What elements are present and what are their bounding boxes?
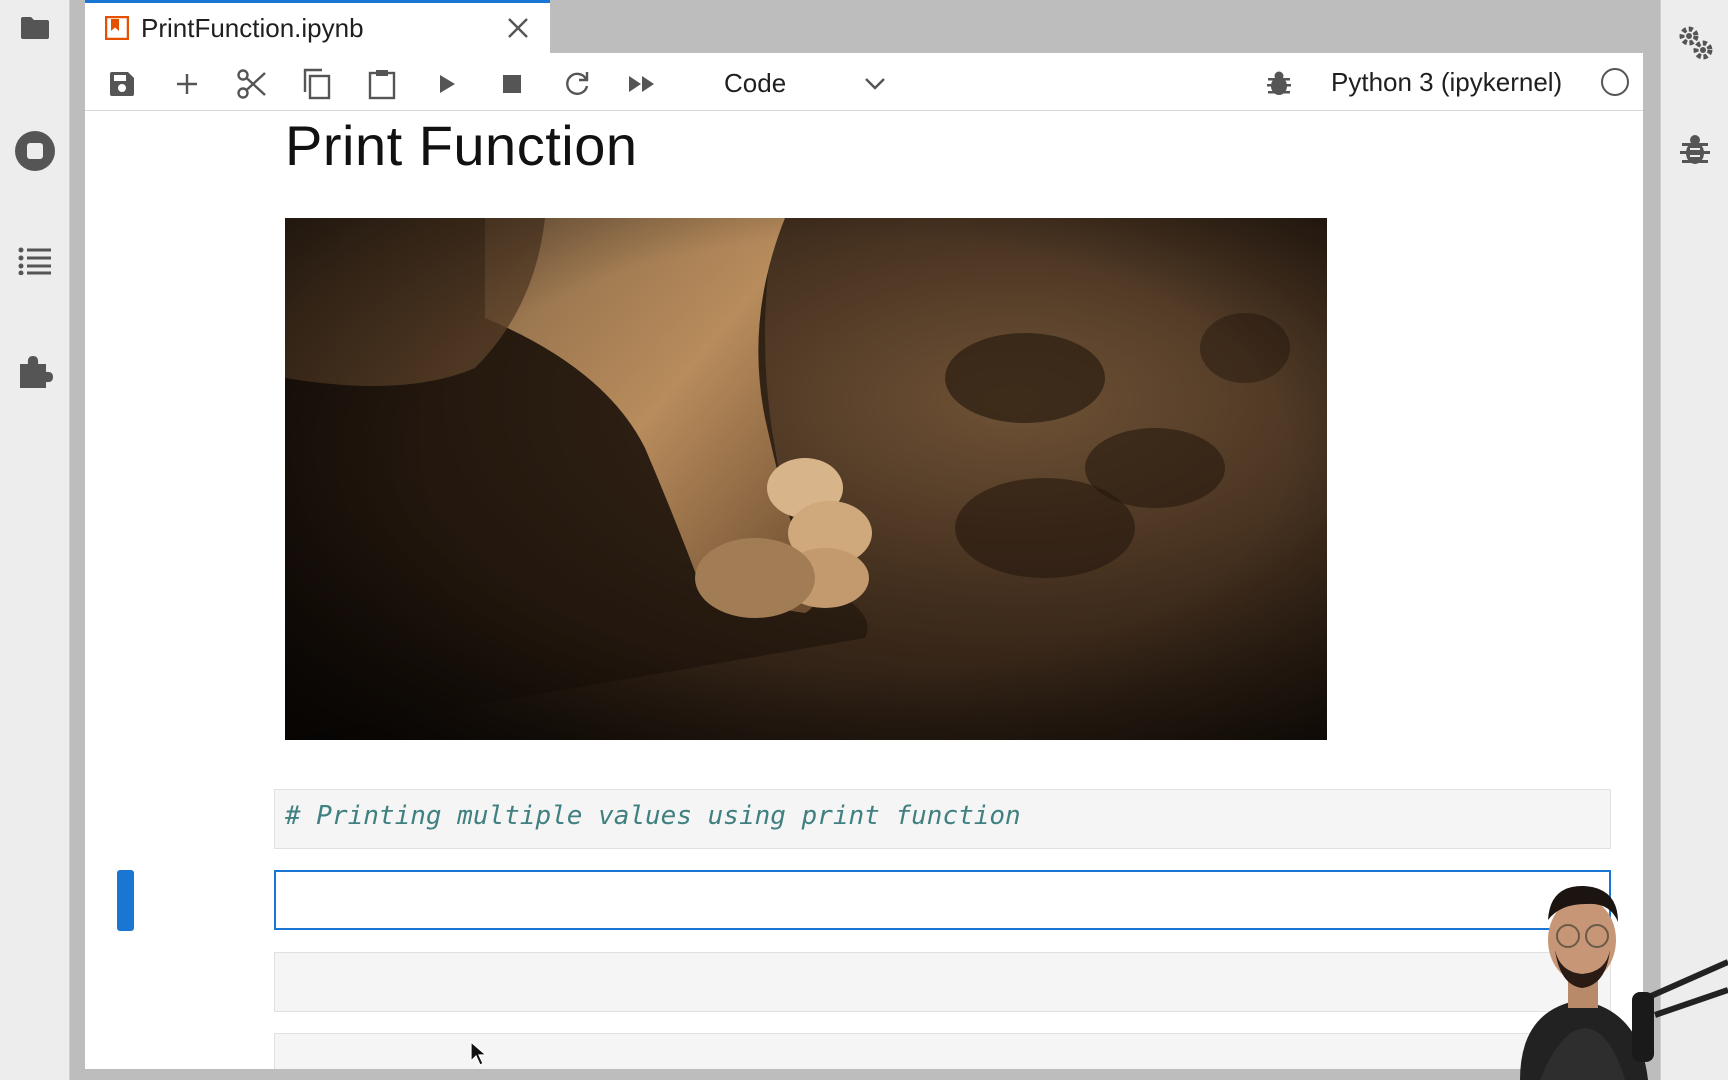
cut-icon[interactable] <box>232 64 272 104</box>
webcam-overlay <box>1410 880 1728 1080</box>
code-cell-source: # Printing multiple values using print f… <box>285 801 1021 831</box>
left-activity-bar <box>0 0 70 1080</box>
notebook-tab[interactable]: PrintFunction.ipynb <box>85 0 550 53</box>
toc-icon[interactable] <box>13 239 57 283</box>
run-all-icon[interactable] <box>622 64 662 104</box>
tab-title: PrintFunction.ipynb <box>141 12 364 43</box>
copy-icon[interactable] <box>297 64 337 104</box>
notebook-file-icon <box>104 15 130 41</box>
stop-icon[interactable] <box>492 64 532 104</box>
cell-type-select[interactable]: Code <box>703 62 963 104</box>
restart-icon[interactable] <box>557 64 597 104</box>
property-inspector-icon[interactable] <box>1673 20 1717 64</box>
markdown-heading: Print Function <box>285 114 638 177</box>
debugger-icon[interactable] <box>1259 64 1299 104</box>
close-icon[interactable] <box>498 8 538 48</box>
jupyterlab-window: PrintFunction.ipynb Code Python 3 (ipyke… <box>0 0 1728 1080</box>
kernel-status-icon <box>1601 68 1629 96</box>
add-cell-icon[interactable] <box>167 64 207 104</box>
run-icon[interactable] <box>427 64 467 104</box>
chevron-down-icon <box>859 68 891 100</box>
running-icon[interactable] <box>13 129 57 173</box>
extensions-icon[interactable] <box>13 349 57 393</box>
active-cell-indicator <box>117 870 134 931</box>
notebook-toolbar: Code Python 3 (ipykernel) <box>85 53 1643 111</box>
paste-icon[interactable] <box>362 64 402 104</box>
debugger-sidebar-icon[interactable] <box>1673 129 1717 173</box>
code-cell[interactable]: # Printing multiple values using print f… <box>274 789 1611 849</box>
cell-type-label: Code <box>724 67 787 98</box>
folder-icon[interactable] <box>13 6 57 50</box>
markdown-image <box>285 218 1327 740</box>
mouse-cursor <box>470 1040 488 1067</box>
kernel-name[interactable]: Python 3 (ipykernel) <box>1331 67 1562 98</box>
save-icon[interactable] <box>102 64 142 104</box>
